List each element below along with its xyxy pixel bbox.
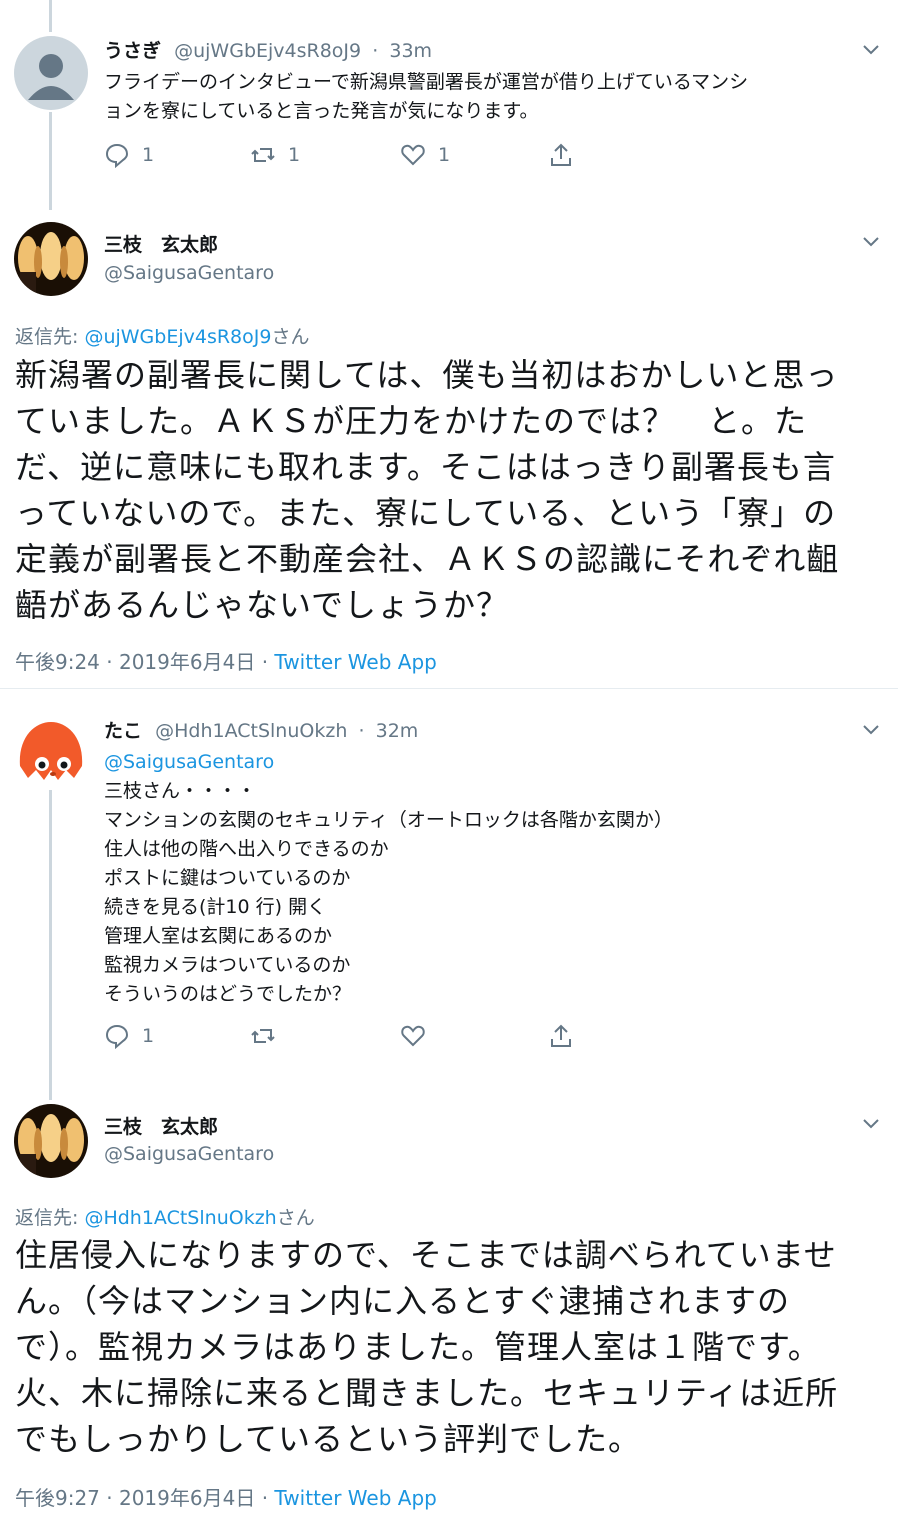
tweet-text-line: ん。（今はマンション内に入るとすぐ逮捕されますの — [15, 1282, 791, 1320]
separator-dot: · — [372, 40, 379, 62]
share-button[interactable] — [548, 142, 586, 168]
tweet-text-line: ョンを寮にしていると言った発言が気になります。 — [104, 100, 539, 122]
lantern-photo-icon — [14, 222, 88, 296]
tweet-text-line: だ、逆に意味にも取れます。そこははっきり副署長も言 — [15, 448, 836, 486]
show-more-link[interactable]: 続きを見る(計10 行) 開く — [104, 893, 673, 922]
share-icon — [551, 143, 571, 166]
retweet-button[interactable] — [250, 1023, 288, 1049]
tweet-text-line: 定義が副署長と不動産会社、ＡＫＳの認識にそれぞれ齟 — [15, 540, 840, 578]
tweet-time[interactable]: 33m — [389, 40, 432, 62]
chevron-down-icon[interactable] — [862, 44, 880, 56]
like-icon — [401, 1025, 425, 1047]
tweet-text-line: 住居侵入になりますので、そこまでは調べられていませ — [15, 1236, 837, 1274]
tweet-body: 住居侵入になりますので、そこまでは調べられていませ ん。（今はマンション内に入る… — [15, 1232, 838, 1462]
replying-to: 返信先: @ujWGbEjv4sR8oJ9さん — [15, 326, 310, 348]
tweet-text-line: そういうのはどうでしたか？ — [104, 983, 352, 1005]
octopus-icon — [14, 714, 88, 788]
share-icon — [551, 1024, 571, 1047]
reply-icon — [105, 1024, 129, 1049]
author-handle[interactable]: @ujWGbEjv4sR8oJ9 — [174, 40, 361, 62]
mention-link[interactable]: @SaigusaGentaro — [104, 748, 673, 777]
tweet-text-line: っていないので。また、寮にしている、という「寮」の — [15, 494, 837, 532]
author-name[interactable]: たこ — [104, 720, 142, 742]
replying-to-handle[interactable]: @Hdh1ACtSlnuOkzh — [84, 1207, 276, 1229]
thread-line-1 — [49, 112, 52, 210]
tweet-text-line: 火、木に掃除に来ると聞きました。セキュリティは近所 — [15, 1374, 839, 1412]
author-handle[interactable]: @Hdh1ACtSlnuOkzh — [155, 720, 347, 742]
reply-icon — [105, 143, 129, 168]
tweet-meta: 午後9:27 · 2019年6月4日 · Twitter Web App — [15, 1482, 437, 1511]
author-name[interactable]: うさぎ — [104, 40, 161, 62]
tweet-text-line: でもしっかりしているという評判でした。 — [15, 1420, 642, 1458]
divider — [0, 688, 898, 689]
tweet-text-line: 管理人室は玄関にあるのか — [104, 925, 333, 947]
replying-to: 返信先: @Hdh1ACtSlnuOkzhさん — [15, 1207, 315, 1229]
retweet-count: 1 — [288, 144, 301, 166]
tweet-text-line: 三枝さん・・・・ — [104, 780, 257, 802]
default-profile-icon — [14, 36, 88, 110]
tweet-text-line: 住人は他の階へ出入りできるのか — [104, 838, 389, 860]
like-icon — [401, 144, 425, 166]
chevron-down-icon[interactable] — [862, 236, 880, 248]
tweet-time[interactable]: 32m — [376, 720, 419, 742]
chevron-down-icon[interactable] — [862, 724, 880, 736]
tweet-text-line: ていました。ＡＫＳが圧力をかけたのでは？ と。た — [15, 402, 808, 440]
tweet-text-line: マンションの玄関のセキュリティ（オートロックは各階か玄関か） — [104, 809, 673, 831]
author-name[interactable]: 三枝 玄太郎 — [104, 234, 218, 256]
tweet-text-line: ポストに鍵はついているのか — [104, 867, 351, 889]
like-button[interactable]: 1 — [400, 142, 450, 168]
replying-to-handle[interactable]: @ujWGbEjv4sR8oJ9 — [84, 326, 271, 348]
tweet-body: 新潟署の副署長に関しては、僕も当初はおかしいと思っ ていました。ＡＫＳが圧力をか… — [15, 352, 839, 628]
tweet-source[interactable]: Twitter Web App — [274, 1486, 436, 1510]
author-handle[interactable]: @SaigusaGentaro — [104, 262, 274, 284]
avatar-default[interactable] — [14, 36, 88, 110]
chevron-down-icon[interactable] — [862, 1118, 880, 1130]
tweet-text-line: フライデーのインタビューで新潟県警副署長が運営が借り上げているマンシ — [104, 71, 749, 93]
tweet-text-line: 監視カメラはついているのか — [104, 954, 351, 976]
avatar-tako[interactable] — [14, 714, 88, 788]
thread-line-top — [49, 0, 52, 32]
avatar-saigusa[interactable] — [14, 222, 88, 296]
lantern-photo-icon — [14, 1104, 88, 1178]
author-handle[interactable]: @SaigusaGentaro — [104, 1143, 274, 1165]
avatar-saigusa[interactable] — [14, 1104, 88, 1178]
tweet-text-line: 新潟署の副署長に関しては、僕も当初はおかしいと思っ — [15, 356, 839, 394]
author-name[interactable]: 三枝 玄太郎 — [104, 1116, 218, 1138]
tweet-text-line: で）。監視カメラはありました。管理人室は１階です。 — [15, 1328, 821, 1366]
like-button[interactable] — [400, 1023, 438, 1049]
retweet-icon — [251, 1029, 275, 1043]
retweet-icon — [251, 148, 275, 162]
like-count: 1 — [438, 144, 451, 166]
reply-count: 1 — [142, 1025, 155, 1047]
tweet-timestamp[interactable]: 午後9:24 · 2019年6月4日 · — [15, 650, 274, 674]
tweet-source[interactable]: Twitter Web App — [274, 650, 436, 674]
tweet-meta: 午後9:24 · 2019年6月4日 · Twitter Web App — [15, 646, 437, 675]
reply-button[interactable]: 1 — [104, 142, 154, 168]
share-button[interactable] — [548, 1023, 586, 1049]
separator-dot: · — [358, 720, 365, 742]
reply-button[interactable]: 1 — [104, 1023, 154, 1049]
reply-count: 1 — [142, 144, 155, 166]
retweet-button[interactable]: 1 — [250, 142, 300, 168]
tweet-timestamp[interactable]: 午後9:27 · 2019年6月4日 · — [15, 1486, 274, 1510]
tweet-text-line: 齬があるんじゃないでしょうか？ — [15, 586, 510, 624]
thread-line-3 — [49, 790, 52, 1100]
